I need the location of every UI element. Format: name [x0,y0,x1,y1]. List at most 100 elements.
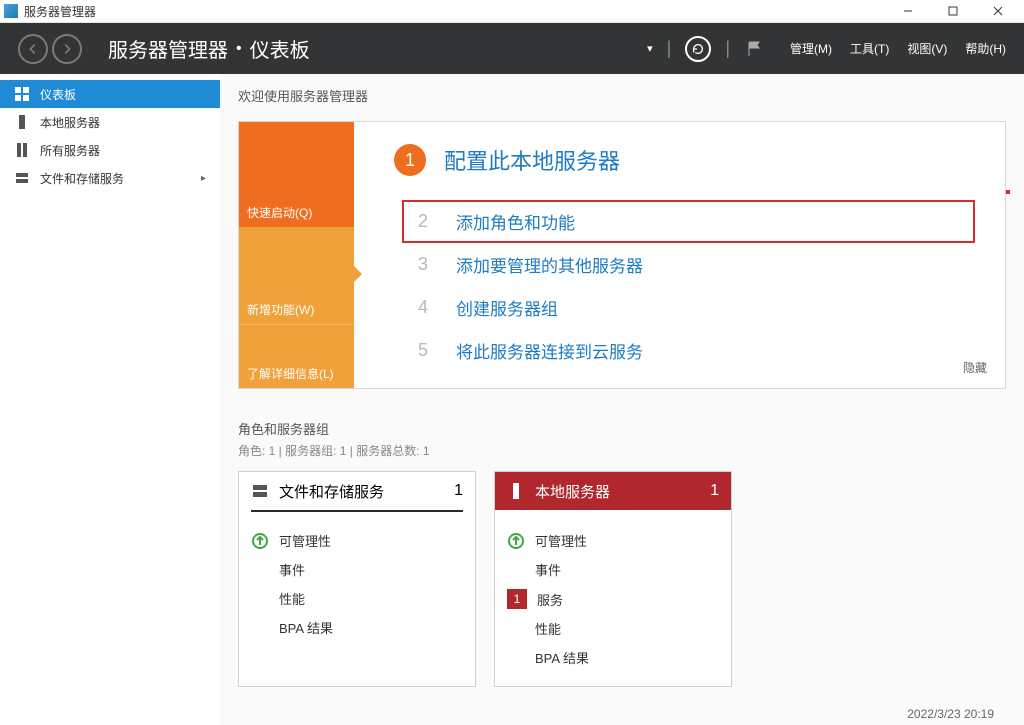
card-row-bpa[interactable]: BPA 结果 [507,643,719,672]
card-count: 1 [454,482,463,500]
card-row-manageability[interactable]: 可管理性 [507,526,719,555]
welcome-title: 欢迎使用服务器管理器 [238,86,1006,105]
spacer [251,561,269,579]
card-divider [507,510,719,512]
card-row-bpa[interactable]: BPA 结果 [251,613,463,642]
card-header[interactable]: 文件和存储服务 1 [239,472,475,510]
menu-tools[interactable]: 工具(T) [850,40,889,57]
servers-icon [14,142,30,158]
back-button[interactable] [18,34,48,64]
step-create-group[interactable]: 4 创建服务器组 [402,286,975,329]
step-text: 创建服务器组 [456,295,558,320]
timestamp: 2022/3/23 20:19 [907,707,994,721]
step-number: 5 [412,340,434,361]
card-title: 本地服务器 [535,481,610,502]
sidebar-item-label: 所有服务器 [40,142,100,159]
spacer [251,619,269,637]
spacer [507,561,525,579]
minimize-button[interactable] [885,0,930,22]
storage-icon [14,170,30,186]
cards-row: 文件和存储服务 1 可管理性 事件 性能 BPA 结果 本地服务 [238,471,1006,687]
card-header[interactable]: 本地服务器 1 [495,472,731,510]
alert-badge: 1 [507,589,527,609]
sidebar-item-dashboard[interactable]: 仪表板 [0,80,220,108]
card-body: 可管理性 事件 性能 BPA 结果 [239,522,475,656]
server-icon [507,482,525,500]
config-header: 1 配置此本地服务器 [394,144,975,176]
config-title[interactable]: 配置此本地服务器 [444,144,620,176]
tile-label: 了解详细信息(L) [247,365,334,382]
storage-icon [251,482,269,500]
header-separator: | [725,38,730,59]
step-add-roles[interactable]: 2 添加角色和功能 [402,200,975,243]
card-row-manageability[interactable]: 可管理性 [251,526,463,555]
maximize-button[interactable] [930,0,975,22]
refresh-button[interactable] [685,36,711,62]
row-label: 可管理性 [535,531,587,550]
sidebar-item-label: 仪表板 [40,86,76,103]
breadcrumb-separator-icon: • [236,40,242,58]
card-row-events[interactable]: 事件 [507,555,719,584]
welcome-content: 1 配置此本地服务器 2 添加角色和功能 3 添加要管理的其他服务器 4 [354,122,1005,388]
flag-icon[interactable] [744,39,764,59]
sidebar-item-local[interactable]: 本地服务器 [0,108,220,136]
roles-title: 角色和服务器组 [238,419,1006,438]
step-text: 添加角色和功能 [456,209,575,234]
card-row-events[interactable]: 事件 [251,555,463,584]
menu-bar: 管理(M) 工具(T) 视图(V) 帮助(H) [790,40,1006,57]
card-count: 1 [710,482,719,500]
menu-help[interactable]: 帮助(H) [965,40,1006,57]
step-list: 2 添加角色和功能 3 添加要管理的其他服务器 4 创建服务器组 5 将此服务器… [402,200,975,372]
main-content: 欢迎使用服务器管理器 快速启动(Q) 新增功能(W) 了解详细信息(L) 1 配… [220,74,1024,725]
card-local-server: 本地服务器 1 可管理性 事件 1 服务 性能 BPA 结果 [494,471,732,687]
breadcrumb-page: 仪表板 [250,34,310,63]
header-dropdown-icon[interactable]: ▾ [647,42,653,55]
card-row-services[interactable]: 1 服务 [507,584,719,614]
tile-quickstart[interactable]: 快速启动(Q) [239,122,354,227]
row-label: 性能 [535,619,561,638]
dashboard-icon [14,86,30,102]
tile-label: 快速启动(Q) [247,204,312,221]
sidebar-item-all[interactable]: 所有服务器 [0,136,220,164]
sidebar-item-storage[interactable]: 文件和存储服务 ▸ [0,164,220,192]
header-bar: 服务器管理器 • 仪表板 ▾ | | 管理(M) 工具(T) 视图(V) 帮助(… [0,23,1024,74]
nav-arrows [18,34,82,64]
welcome-pane: 快速启动(Q) 新增功能(W) 了解详细信息(L) 1 配置此本地服务器 2 添… [238,121,1006,389]
spacer [251,590,269,608]
spacer [507,620,525,638]
card-row-perf[interactable]: 性能 [507,614,719,643]
header-right: ▾ | | 管理(M) 工具(T) 视图(V) 帮助(H) [647,36,1006,62]
server-icon [14,114,30,130]
window-controls [885,0,1020,22]
menu-view[interactable]: 视图(V) [907,40,947,57]
breadcrumb: 服务器管理器 • 仪表板 [108,34,647,63]
tile-whatsnew[interactable]: 新增功能(W) [239,227,354,324]
tile-learnmore[interactable]: 了解详细信息(L) [239,324,354,388]
card-divider [251,510,463,512]
welcome-tiles: 快速启动(Q) 新增功能(W) 了解详细信息(L) [239,122,354,388]
row-label: BPA 结果 [279,618,333,637]
step-connect-cloud[interactable]: 5 将此服务器连接到云服务 [402,329,975,372]
step-add-servers[interactable]: 3 添加要管理的其他服务器 [402,243,975,286]
row-label: BPA 结果 [535,648,589,667]
close-button[interactable] [975,0,1020,22]
step-number: 3 [412,254,434,275]
row-label: 可管理性 [279,531,331,550]
card-body: 可管理性 事件 1 服务 性能 BPA 结果 [495,522,731,686]
tile-label: 新增功能(W) [247,301,314,318]
menu-manage[interactable]: 管理(M) [790,40,832,57]
card-title: 文件和存储服务 [279,481,384,502]
card-row-perf[interactable]: 性能 [251,584,463,613]
forward-button[interactable] [52,34,82,64]
hide-link[interactable]: 隐藏 [963,359,987,376]
step-text: 添加要管理的其他服务器 [456,252,643,277]
sidebar-item-label: 文件和存储服务 [40,170,124,187]
sidebar-item-label: 本地服务器 [40,114,100,131]
marker-dot [1006,190,1010,194]
spacer [507,649,525,667]
titlebar: 服务器管理器 [0,0,1024,23]
row-label: 性能 [279,589,305,608]
row-label: 事件 [279,560,305,579]
row-label: 服务 [537,590,563,609]
step-number: 2 [412,211,434,232]
